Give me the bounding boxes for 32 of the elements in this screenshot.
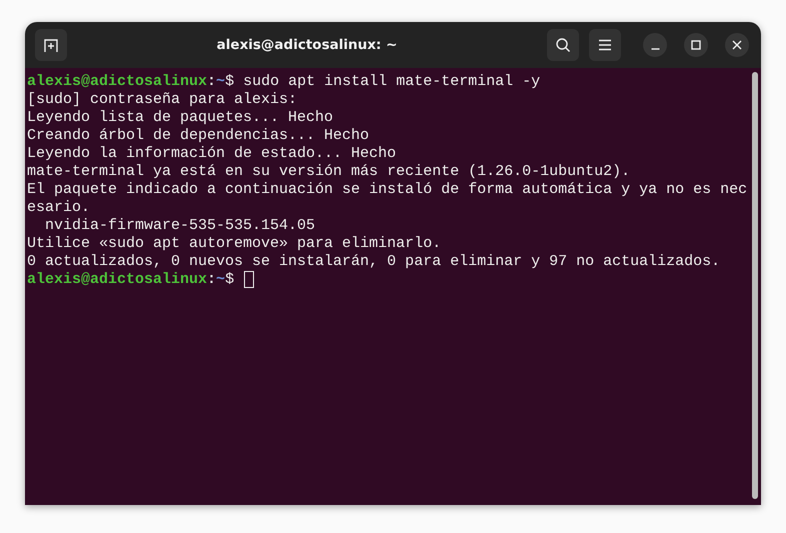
minimize-button[interactable] [643, 33, 667, 57]
prompt-path: ~ [216, 73, 226, 90]
maximize-icon [691, 40, 701, 50]
output-line: Leyendo la información de estado... Hecho [27, 145, 396, 162]
search-icon [555, 37, 571, 53]
output-line: esario. [27, 199, 90, 216]
prompt-user: alexis@adictosalinux [27, 73, 208, 90]
prompt-symbol: $ sudo apt install mate-terminal -y [225, 73, 540, 90]
output-line: Creando árbol de dependencias... Hecho [27, 127, 370, 144]
prompt-path: ~ [216, 271, 226, 288]
output-line: El paquete indicado a continuación se instaló de forma automática y ya no es nec [27, 181, 748, 198]
output-line: Leyendo lista de paquetes... Hecho [27, 109, 334, 126]
prompt-symbol: $ [225, 271, 236, 288]
close-button[interactable] [725, 33, 749, 57]
menu-button[interactable] [589, 29, 621, 61]
output-line: nvidia-firmware-535-535.154.05 [44, 217, 316, 234]
close-icon [732, 40, 742, 50]
prompt-separator: : [207, 271, 216, 288]
menu-icon [598, 39, 612, 51]
new-tab-button[interactable] [35, 29, 67, 61]
scrollbar[interactable] [752, 72, 758, 499]
output-line: 0 actualizados, 0 nuevos se instalarán, 0 para eliminar y 97 no actualizados. [27, 253, 720, 270]
search-button[interactable] [547, 29, 579, 61]
output-line: mate-terminal ya está en su versión más reciente (1.26.0-1ubuntu2). [27, 163, 630, 180]
prompt-user: alexis@adictosalinux [27, 271, 208, 288]
window-title: alexis@adictosalinux: ~ [216, 37, 398, 53]
output-line: [sudo] contraseña para alexis: [27, 91, 298, 108]
new-tab-icon [43, 37, 59, 53]
prompt-separator: : [207, 73, 216, 90]
maximize-button[interactable] [684, 33, 708, 57]
output-line: Utilice «sudo apt autoremove» para eliminarlo. [27, 235, 442, 252]
minimize-icon [650, 48, 660, 50]
